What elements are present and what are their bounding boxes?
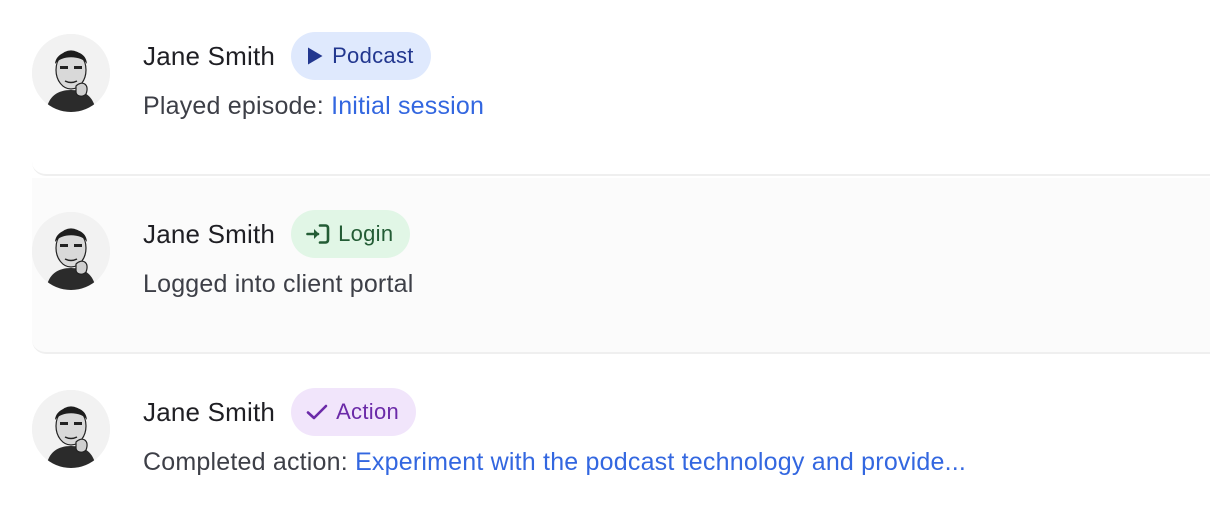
description-prefix: Logged into client portal: [143, 270, 414, 298]
activity-description: Played episode: Initial session: [143, 92, 484, 121]
avatar[interactable]: [32, 390, 110, 468]
activity-feed: Jane Smith Podcast Played episode: Initi…: [0, 0, 1210, 528]
avatar[interactable]: [32, 212, 110, 290]
login-icon: [306, 223, 330, 245]
activity-item: Jane Smith Podcast Played episode: Initi…: [32, 0, 1210, 176]
title-row: Jane Smith Action: [143, 388, 417, 436]
user-name[interactable]: Jane Smith: [143, 41, 275, 72]
episode-link[interactable]: Initial session: [331, 92, 484, 120]
description-prefix: Completed action:: [143, 448, 356, 476]
badge-label: Podcast: [332, 43, 414, 68]
badge-label: Action: [336, 399, 400, 424]
activity-description: Completed action: Experiment with the po…: [143, 448, 966, 477]
badge-login: Login: [291, 210, 411, 258]
badge-label: Login: [338, 221, 394, 246]
badge-action: Action: [291, 388, 417, 436]
user-name[interactable]: Jane Smith: [143, 397, 275, 428]
badge-podcast: Podcast: [291, 32, 431, 80]
title-row: Jane Smith Login: [143, 210, 411, 258]
play-icon: [306, 46, 324, 66]
activity-description: Logged into client portal: [143, 270, 413, 299]
activity-item: Jane Smith Action Completed action: Expe…: [32, 356, 1210, 528]
title-row: Jane Smith Podcast: [143, 32, 431, 80]
description-prefix: Played episode:: [143, 92, 332, 120]
avatar[interactable]: [32, 34, 110, 112]
action-link[interactable]: Experiment with the podcast technology a…: [355, 448, 966, 476]
user-name[interactable]: Jane Smith: [143, 219, 275, 250]
check-icon: [306, 403, 328, 421]
activity-item: Jane Smith Login Logged into client port…: [32, 178, 1210, 354]
